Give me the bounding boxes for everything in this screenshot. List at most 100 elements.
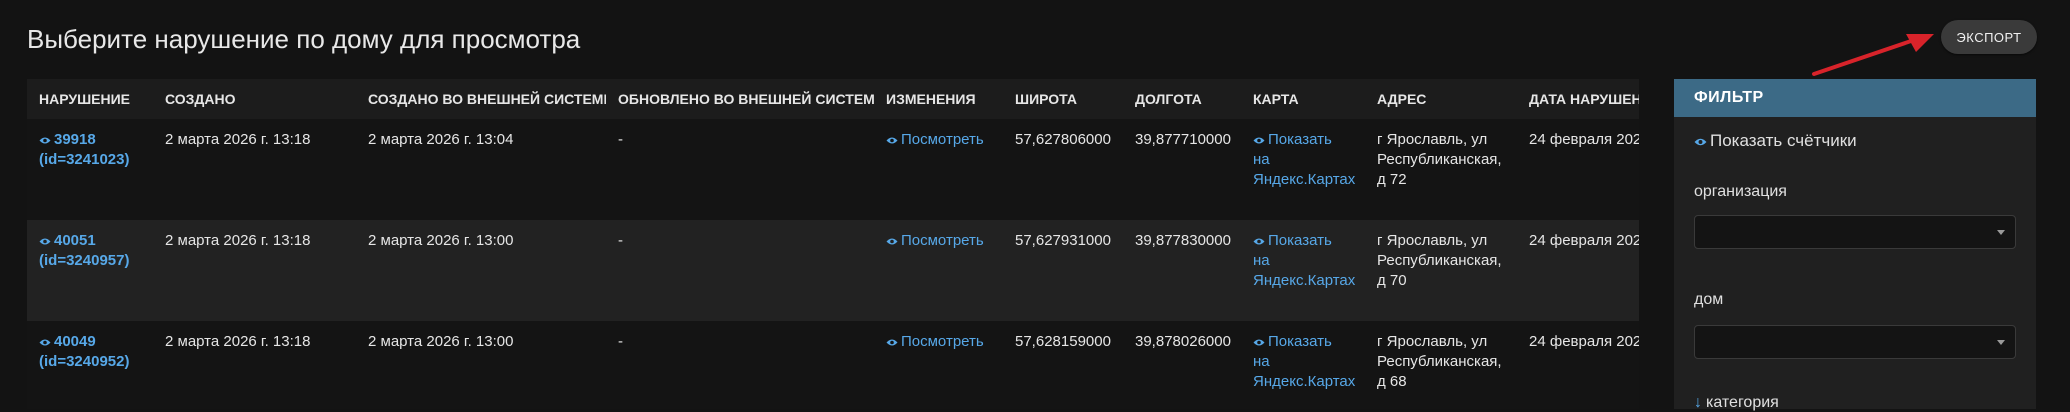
view-changes-link[interactable]: Посмотреть xyxy=(886,131,984,148)
filter-title: ФИЛЬТР xyxy=(1674,79,2036,117)
latitude-cell: 57,628159000 xyxy=(1015,333,1111,350)
updated-external-cell: - xyxy=(618,333,623,350)
category-label: категория xyxy=(1706,394,1779,411)
address-line3: д 72 xyxy=(1377,171,1407,188)
house-select[interactable] xyxy=(1694,325,2016,359)
latitude-cell: 57,627806000 xyxy=(1015,131,1111,148)
column-header-longitude[interactable]: ДОЛГОТА xyxy=(1123,79,1241,119)
view-changes-label: Посмотреть xyxy=(901,333,984,350)
view-changes-label: Посмотреть xyxy=(901,131,984,148)
address-line1: г Ярославль, ул xyxy=(1377,232,1488,249)
created-external-cell: 2 марта 2026 г. 13:00 xyxy=(368,232,514,249)
violations-table-container[interactable]: НАРУШЕНИЕ СОЗДАНО СОЗДАНО ВО ВНЕШНЕЙ СИС… xyxy=(27,79,1639,409)
changes-cell: Посмотреть xyxy=(874,220,1003,321)
address-line2: Республиканская, xyxy=(1377,151,1502,168)
created-cell: 2 марта 2026 г. 13:18 xyxy=(165,131,311,148)
updated-external-cell: - xyxy=(618,232,623,249)
column-header-created-external[interactable]: СОЗДАНО ВО ВНЕШНЕЙ СИСТЕМЕ xyxy=(356,79,606,119)
view-changes-label: Посмотреть xyxy=(901,232,984,249)
map-link-line2: на xyxy=(1253,353,1270,370)
eye-icon xyxy=(1694,138,1707,146)
violation-link[interactable]: 39918 (id=3241023) xyxy=(39,131,129,168)
category-toggle[interactable]: ↓ категория xyxy=(1694,394,1779,412)
longitude-cell: 39,878026000 xyxy=(1135,333,1231,350)
map-link-line3: Яндекс.Картах xyxy=(1253,272,1356,289)
eye-icon xyxy=(39,137,51,144)
organization-select[interactable] xyxy=(1694,215,2016,249)
updated-external-cell: - xyxy=(618,131,623,148)
address-line1: г Ярославль, ул xyxy=(1377,131,1488,148)
violation-cell[interactable]: 40051 (id=3240957) xyxy=(27,220,153,321)
column-header-violation[interactable]: НАРУШЕНИЕ xyxy=(27,79,153,119)
map-link-line2: на xyxy=(1253,151,1270,168)
column-header-changes[interactable]: ИЗМЕНЕНИЯ xyxy=(874,79,1003,119)
violation-id: (id=3240957) xyxy=(39,252,130,269)
map-cell: Показать на Яндекс.Картах xyxy=(1241,321,1365,409)
violation-link[interactable]: 40049 (id=3240952) xyxy=(39,333,129,370)
eye-icon xyxy=(886,238,898,245)
violation-id: (id=3240952) xyxy=(39,353,130,370)
eye-icon xyxy=(886,339,898,346)
map-link-line1: Показать xyxy=(1268,333,1332,350)
table-row: 40049 (id=3240952) 2 марта 2026 г. 13:18… xyxy=(27,321,1639,409)
created-cell: 2 марта 2026 г. 13:18 xyxy=(165,333,311,350)
map-cell: Показать на Яндекс.Картах xyxy=(1241,119,1365,220)
violation-date-cell: 24 февраля 2026 xyxy=(1529,232,1639,249)
map-link-line1: Показать xyxy=(1268,232,1332,249)
address-line3: д 68 xyxy=(1377,373,1407,390)
eye-icon xyxy=(1253,238,1265,245)
page-title: Выберите нарушение по дому для просмотра xyxy=(27,24,581,54)
column-header-created[interactable]: СОЗДАНО xyxy=(153,79,356,119)
export-button[interactable]: ЭКСПОРТ xyxy=(1941,20,2037,54)
violation-date-cell: 24 февраля 2026 xyxy=(1529,333,1639,350)
latitude-cell: 57,627931000 xyxy=(1015,232,1111,249)
address-line1: г Ярославль, ул xyxy=(1377,333,1488,350)
violation-number: 39918 xyxy=(54,131,96,148)
column-header-violation-date[interactable]: ДАТА НАРУШЕНИЯ xyxy=(1517,79,1639,119)
created-external-cell: 2 марта 2026 г. 13:04 xyxy=(368,131,514,148)
column-header-updated-external[interactable]: ОБНОВЛЕНО ВО ВНЕШНЕЙ СИСТЕМЕ xyxy=(606,79,874,119)
show-counters-label: Показать счётчики xyxy=(1710,131,1857,150)
created-external-cell: 2 марта 2026 г. 13:00 xyxy=(368,333,514,350)
view-changes-link[interactable]: Посмотреть xyxy=(886,333,984,350)
violation-link[interactable]: 40051 (id=3240957) xyxy=(39,232,129,269)
address-cell: г Ярославль, ул Республиканская, д 68 xyxy=(1365,321,1517,409)
table-row: 40051 (id=3240957) 2 марта 2026 г. 13:18… xyxy=(27,220,1639,321)
show-on-map-link[interactable]: Показать на Яндекс.Картах xyxy=(1253,333,1355,390)
map-link-line3: Яндекс.Картах xyxy=(1253,171,1356,188)
violation-date-cell: 24 февраля 2026 xyxy=(1529,131,1639,148)
eye-icon xyxy=(39,339,51,346)
longitude-cell: 39,877710000 xyxy=(1135,131,1231,148)
column-header-map[interactable]: КАРТА xyxy=(1241,79,1365,119)
eye-icon xyxy=(39,238,51,245)
violation-cell[interactable]: 39918 (id=3241023) xyxy=(27,119,153,220)
violation-number: 40051 xyxy=(54,232,96,249)
created-cell: 2 марта 2026 г. 13:18 xyxy=(165,232,311,249)
show-on-map-link[interactable]: Показать на Яндекс.Картах xyxy=(1253,232,1355,289)
chevron-down-icon xyxy=(1997,230,2005,235)
show-counters-link[interactable]: Показать счётчики xyxy=(1694,131,1857,151)
longitude-cell: 39,877830000 xyxy=(1135,232,1231,249)
address-line2: Республиканская, xyxy=(1377,252,1502,269)
violation-cell[interactable]: 40049 (id=3240952) xyxy=(27,321,153,409)
changes-cell: Посмотреть xyxy=(874,321,1003,409)
map-cell: Показать на Яндекс.Картах xyxy=(1241,220,1365,321)
show-on-map-link[interactable]: Показать на Яндекс.Картах xyxy=(1253,131,1355,188)
filter-panel: ФИЛЬТР Показать счётчики организация дом… xyxy=(1674,79,2036,412)
changes-cell: Посмотреть xyxy=(874,119,1003,220)
table-row: 39918 (id=3241023) 2 марта 2026 г. 13:18… xyxy=(27,119,1639,220)
address-cell: г Ярославль, ул Республиканская, д 70 xyxy=(1365,220,1517,321)
eye-icon xyxy=(1253,137,1265,144)
organization-label: организация xyxy=(1694,183,1787,200)
map-link-line2: на xyxy=(1253,252,1270,269)
violations-table: НАРУШЕНИЕ СОЗДАНО СОЗДАНО ВО ВНЕШНЕЙ СИС… xyxy=(27,79,1639,409)
column-header-latitude[interactable]: ШИРОТА xyxy=(1003,79,1123,119)
violation-number: 40049 xyxy=(54,333,96,350)
column-header-address[interactable]: АДРЕС xyxy=(1365,79,1517,119)
address-cell: г Ярославль, ул Республиканская, д 72 xyxy=(1365,119,1517,220)
map-link-line1: Показать xyxy=(1268,131,1332,148)
address-line2: Республиканская, xyxy=(1377,353,1502,370)
view-changes-link[interactable]: Посмотреть xyxy=(886,232,984,249)
eye-icon xyxy=(886,137,898,144)
map-link-line3: Яндекс.Картах xyxy=(1253,373,1356,390)
